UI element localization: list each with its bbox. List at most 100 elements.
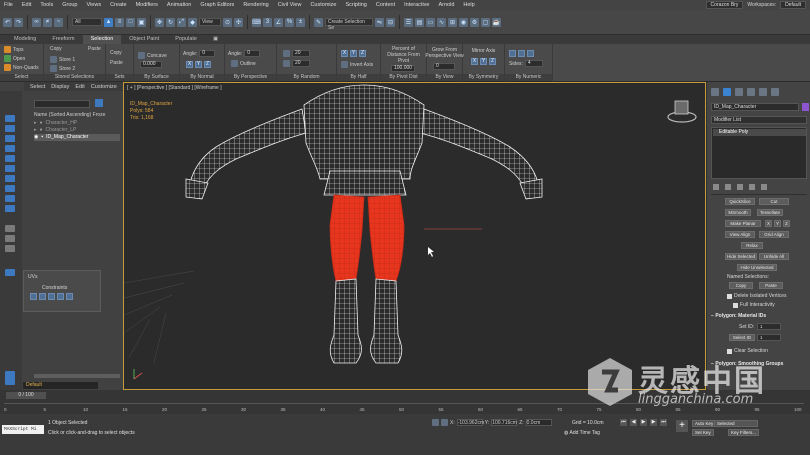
modify-tab-icon[interactable] bbox=[723, 88, 731, 96]
sets-copy-button[interactable]: Copy bbox=[110, 50, 122, 56]
remove-modifier-icon[interactable] bbox=[749, 184, 755, 190]
visibility-icon[interactable]: ● bbox=[40, 120, 43, 127]
bind-space-warp-icon[interactable]: ~ bbox=[54, 17, 63, 27]
display-bones-icon[interactable] bbox=[5, 195, 15, 202]
hide-unselected-button[interactable]: Hide Unselected bbox=[737, 264, 777, 271]
scene-menu-select[interactable]: Select bbox=[30, 84, 45, 90]
grow-view-input[interactable]: 0 bbox=[433, 63, 455, 70]
go-to-end-icon[interactable]: ⏭ bbox=[660, 419, 667, 426]
select-id-button[interactable]: Select ID bbox=[729, 334, 755, 341]
tab-object-paint[interactable]: Object Paint bbox=[121, 35, 167, 44]
link-icon[interactable]: ∞ bbox=[32, 17, 41, 27]
cut-button[interactable]: Cut bbox=[759, 198, 789, 205]
material-ids-rollout[interactable]: − Polygon: Material IDs bbox=[711, 313, 807, 320]
display-shapes-icon[interactable] bbox=[5, 125, 15, 132]
previous-frame-icon[interactable]: ◀ bbox=[630, 419, 637, 426]
display-groups-icon[interactable] bbox=[5, 175, 15, 182]
named-paste-button[interactable]: Paste bbox=[759, 282, 783, 289]
menu-civil-view[interactable]: Civil View bbox=[278, 2, 302, 8]
show-end-result-icon[interactable] bbox=[725, 184, 731, 190]
menu-modifiers[interactable]: Modifiers bbox=[136, 2, 158, 8]
msmooth-button[interactable]: MSmooth bbox=[725, 209, 751, 216]
display-lights-icon[interactable] bbox=[5, 135, 15, 142]
unlink-icon[interactable]: ≠ bbox=[43, 17, 52, 27]
expand-arrow-icon[interactable]: ▸ bbox=[34, 120, 37, 127]
group-label-by-surface[interactable]: By Surface bbox=[134, 74, 179, 81]
tree-item-id-map-character[interactable]: ◉ ▪ ID_Map_Character bbox=[34, 134, 120, 141]
constraint-face-icon[interactable] bbox=[48, 293, 55, 300]
tree-item-character-lp[interactable]: ▸ ● Character_LP bbox=[34, 127, 76, 134]
keyboard-shortcut-override-icon[interactable]: ⌨ bbox=[252, 17, 261, 27]
outline-button[interactable]: Outline bbox=[231, 60, 256, 67]
add-time-tag[interactable]: ◍ Add Time Tag bbox=[564, 430, 600, 436]
time-slider[interactable]: 0 / 100 0 5 10 15 20 25 30 35 40 45 50 55 60 65 70 75 80… bbox=[0, 390, 810, 414]
pivot-distance-input[interactable]: 100.000 bbox=[391, 65, 415, 72]
layer-explorer-icon[interactable] bbox=[5, 371, 15, 385]
store-1-button[interactable]: Store 1 bbox=[50, 56, 75, 63]
set-id-input[interactable]: 1 bbox=[757, 323, 781, 330]
reference-coordinate-select[interactable]: View bbox=[199, 18, 221, 26]
spinner-snap-icon[interactable]: ± bbox=[296, 17, 305, 27]
display-all-icon[interactable] bbox=[5, 225, 15, 232]
planar-z-button[interactable]: Z bbox=[783, 220, 790, 227]
group-label-by-pivot-dist[interactable]: By Pivot Dist bbox=[381, 74, 426, 81]
frame-counter[interactable]: 0 / 100 bbox=[6, 392, 46, 399]
group-label-by-normal[interactable]: By Normal bbox=[180, 74, 224, 81]
hide-selected-button[interactable]: Hide Selected bbox=[725, 253, 757, 260]
pin-stack-icon[interactable] bbox=[713, 184, 719, 190]
viewport-canvas[interactable] bbox=[124, 83, 706, 390]
layer-select[interactable]: Default bbox=[23, 382, 98, 389]
group-label-by-random[interactable]: By Random bbox=[277, 74, 336, 81]
sort-header[interactable]: Name (Sorted Ascending) Froze bbox=[34, 112, 105, 118]
toggle-ribbon-icon[interactable]: ▭ bbox=[426, 17, 435, 27]
numeric-less-icon[interactable] bbox=[518, 50, 525, 57]
create-tab-icon[interactable] bbox=[711, 88, 719, 96]
full-interactivity-checkbox[interactable] bbox=[733, 303, 738, 308]
selection-filter-select[interactable]: All bbox=[72, 18, 102, 26]
schematic-view-icon[interactable]: ⊞ bbox=[448, 17, 457, 27]
select-manipulate-icon[interactable]: ✣ bbox=[234, 17, 243, 27]
non-quads-item[interactable]: Non-Quads bbox=[4, 64, 39, 71]
percent-snap-icon[interactable]: % bbox=[285, 17, 294, 27]
menu-file[interactable]: File bbox=[4, 2, 13, 8]
snaps-toggle-icon[interactable]: 3 bbox=[263, 17, 272, 27]
object-name-field[interactable]: ID_Map_Character bbox=[711, 103, 799, 111]
menu-customize[interactable]: Customize bbox=[310, 2, 336, 8]
eye-icon[interactable]: ◉ bbox=[34, 134, 38, 141]
normal-angle-input[interactable]: 0 bbox=[199, 50, 216, 57]
scene-menu-customize[interactable]: Customize bbox=[91, 84, 117, 90]
random-percent-icon[interactable] bbox=[283, 50, 290, 57]
menu-help[interactable]: Help bbox=[463, 2, 474, 8]
invert-axis-button[interactable]: Invert Axis bbox=[341, 61, 373, 68]
menu-edit[interactable]: Edit bbox=[22, 2, 31, 8]
named-selection-set-select[interactable]: Create Selection Se bbox=[325, 18, 373, 31]
half-x-button[interactable]: X bbox=[341, 50, 348, 57]
viewport-label[interactable]: [ + ] [Perspective ] [Standard ] [Wirefr… bbox=[127, 85, 222, 91]
filter-icon[interactable] bbox=[95, 99, 103, 107]
tab-modeling[interactable]: Modeling bbox=[6, 35, 44, 44]
display-tab-icon[interactable] bbox=[759, 88, 767, 96]
numeric-equal-icon[interactable] bbox=[509, 50, 516, 57]
stored-paste-button[interactable]: Paste bbox=[88, 46, 101, 52]
menu-interactive[interactable]: Interactive bbox=[404, 2, 429, 8]
concave-select[interactable]: Concave bbox=[138, 52, 167, 59]
pivot-center-icon[interactable]: ⊙ bbox=[223, 17, 232, 27]
ribbon-options-icon[interactable]: ▣ bbox=[205, 35, 226, 44]
set-key-button[interactable]: Set Key bbox=[692, 429, 714, 436]
place-icon[interactable]: ◆ bbox=[188, 17, 197, 27]
menu-graph-editors[interactable]: Graph Editors bbox=[200, 2, 234, 8]
stack-item-editable-poly[interactable]: Editable Poly bbox=[713, 129, 806, 136]
tab-freeform[interactable]: Freeform bbox=[44, 35, 82, 44]
numeric-greater-icon[interactable] bbox=[527, 50, 534, 57]
horizontal-scrollbar[interactable] bbox=[34, 374, 120, 378]
frozen-column-label[interactable]: Froze bbox=[93, 112, 106, 118]
display-none-icon[interactable] bbox=[5, 235, 15, 242]
toggle-layer-explorer-icon[interactable]: ▤ bbox=[415, 17, 424, 27]
store-2-button[interactable]: Store 2 bbox=[50, 65, 75, 72]
utilities-tab-icon[interactable] bbox=[771, 88, 779, 96]
random-count-input[interactable]: 20 bbox=[292, 60, 310, 67]
modifier-list-select[interactable]: Modifier List bbox=[711, 116, 807, 124]
group-label-sets[interactable]: Sets bbox=[106, 74, 133, 81]
view-align-button[interactable]: View Align bbox=[725, 231, 755, 238]
mirror-icon[interactable]: ⇋ bbox=[375, 17, 384, 27]
